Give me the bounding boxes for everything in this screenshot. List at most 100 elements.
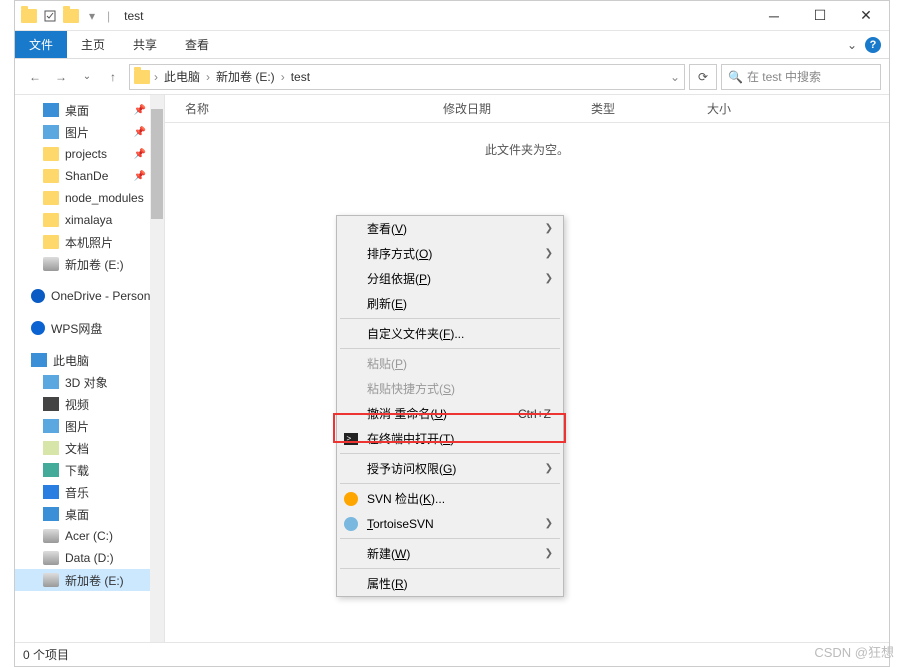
sidebar-item[interactable]: node_modules xyxy=(15,187,164,209)
statusbar: 0 个项目 xyxy=(15,642,889,666)
chevron-icon: › xyxy=(281,70,285,84)
minimize-button[interactable]: ─ xyxy=(751,1,797,31)
sidebar-item[interactable]: ximalaya xyxy=(15,209,164,231)
cm-refresh[interactable]: 刷新(E) xyxy=(337,291,563,316)
scrollbar-thumb[interactable] xyxy=(151,109,163,219)
sys-buttons: ─ ☐ ✕ xyxy=(751,1,889,31)
pin-icon: 📌 xyxy=(134,171,146,182)
sidebar-item[interactable]: ShanDe📌 xyxy=(15,165,164,187)
sidebar-thispc[interactable]: 此电脑 xyxy=(15,349,164,371)
cm-properties[interactable]: 属性(R) xyxy=(337,571,563,596)
folder-icon xyxy=(43,235,59,249)
pic-icon xyxy=(43,125,59,139)
cm-sort[interactable]: 排序方式(O)❯ xyxy=(337,241,563,266)
chevron-right-icon: ❯ xyxy=(545,248,553,259)
sidebar-item[interactable]: 下载 xyxy=(15,459,164,481)
address-icon xyxy=(134,70,150,84)
cm-customize[interactable]: 自定义文件夹(F)... xyxy=(337,321,563,346)
sidebar-item[interactable]: 桌面 xyxy=(15,503,164,525)
sidebar-wps[interactable]: WPS网盘 xyxy=(15,317,164,339)
separator xyxy=(340,538,560,539)
cm-view[interactable]: 查看(V)❯ xyxy=(337,216,563,241)
wps-icon xyxy=(31,321,45,335)
crumb[interactable]: 此电脑 xyxy=(162,68,202,85)
refresh-button[interactable]: ⟳ xyxy=(689,64,717,90)
col-name[interactable]: 名称 xyxy=(185,100,443,117)
forward-button[interactable]: → xyxy=(49,65,73,89)
help-icon[interactable]: ? xyxy=(865,37,881,53)
ribbon-expand-icon[interactable]: ⌄ xyxy=(847,38,857,52)
close-button[interactable]: ✕ xyxy=(843,1,889,31)
doc-icon xyxy=(43,441,59,455)
cm-terminal[interactable]: >_在终端中打开(T) xyxy=(337,426,563,451)
qat-dropdown[interactable]: ▾ xyxy=(83,7,101,25)
scrollbar[interactable] xyxy=(150,95,164,642)
sidebar-item[interactable]: projects📌 xyxy=(15,143,164,165)
drive-icon xyxy=(43,551,59,565)
search-icon: 🔍 xyxy=(728,70,743,84)
sidebar-item[interactable]: 文档 xyxy=(15,437,164,459)
qat-btn[interactable] xyxy=(41,7,59,25)
sidebar-item[interactable]: 新加卷 (E:) xyxy=(15,253,164,275)
sidebar-item[interactable]: Acer (C:) xyxy=(15,525,164,547)
chevron-right-icon: ❯ xyxy=(545,223,553,234)
drive-icon xyxy=(43,257,59,271)
sidebar-item[interactable]: 视频 xyxy=(15,393,164,415)
sidebar-onedrive[interactable]: OneDrive - Personal xyxy=(15,285,164,307)
sidebar-item[interactable]: 图片📌 xyxy=(15,121,164,143)
nav-row: ← → ⌄ ↑ › 此电脑 › 新加卷 (E:) › test ⌄ ⟳ 🔍 在 … xyxy=(15,59,889,95)
folder-icon xyxy=(63,9,79,23)
col-size[interactable]: 大小 xyxy=(707,100,787,117)
download-icon xyxy=(43,463,59,477)
tab-share[interactable]: 共享 xyxy=(119,31,171,58)
recent-dropdown[interactable]: ⌄ xyxy=(75,65,99,89)
drive-icon xyxy=(43,529,59,543)
separator xyxy=(340,318,560,319)
address-dropdown[interactable]: ⌄ xyxy=(670,70,680,84)
pic-icon xyxy=(43,375,59,389)
sidebar-item[interactable]: 图片 xyxy=(15,415,164,437)
qat: ▾ | xyxy=(15,7,118,25)
sidebar-item[interactable]: 本机照片 xyxy=(15,231,164,253)
cm-tortoise[interactable]: TortoiseSVN❯ xyxy=(337,511,563,536)
cloud-icon xyxy=(31,289,45,303)
cm-access[interactable]: 授予访问权限(G)❯ xyxy=(337,456,563,481)
tab-file[interactable]: 文件 xyxy=(15,31,67,58)
folder-icon xyxy=(43,147,59,161)
app-icon xyxy=(21,9,37,23)
tab-home[interactable]: 主页 xyxy=(67,31,119,58)
separator: | xyxy=(107,9,110,23)
nav-arrows: ← → ⌄ ↑ xyxy=(23,65,125,89)
folder-icon xyxy=(43,169,59,183)
search-input[interactable]: 🔍 在 test 中搜索 xyxy=(721,64,881,90)
sidebar: 桌面📌图片📌projects📌ShanDe📌node_modulesximala… xyxy=(15,95,165,642)
cm-paste-shortcut: 粘贴快捷方式(S) xyxy=(337,376,563,401)
desktop-icon xyxy=(43,103,59,117)
tab-view[interactable]: 查看 xyxy=(171,31,223,58)
cm-new[interactable]: 新建(W)❯ xyxy=(337,541,563,566)
col-type[interactable]: 类型 xyxy=(591,100,707,117)
terminal-icon: >_ xyxy=(343,431,359,447)
chevron-right-icon: ❯ xyxy=(545,518,553,529)
chevron-right-icon: ❯ xyxy=(545,273,553,284)
sidebar-item[interactable]: 3D 对象 xyxy=(15,371,164,393)
cm-undo[interactable]: 撤消 重命名(U)Ctrl+Z xyxy=(337,401,563,426)
col-date[interactable]: 修改日期 xyxy=(443,100,591,117)
crumb[interactable]: 新加卷 (E:) xyxy=(214,68,277,85)
sidebar-item[interactable]: 音乐 xyxy=(15,481,164,503)
sidebar-item[interactable]: 新加卷 (E:) xyxy=(15,569,164,591)
pin-icon: 📌 xyxy=(134,105,146,116)
cm-paste: 粘贴(P) xyxy=(337,351,563,376)
maximize-button[interactable]: ☐ xyxy=(797,1,843,31)
crumb[interactable]: test xyxy=(289,70,312,84)
ribbon: 文件 主页 共享 查看 ⌄ ? xyxy=(15,31,889,59)
video-icon xyxy=(43,397,59,411)
sidebar-item[interactable]: Data (D:) xyxy=(15,547,164,569)
address-bar[interactable]: › 此电脑 › 新加卷 (E:) › test ⌄ xyxy=(129,64,685,90)
sidebar-item[interactable]: 桌面📌 xyxy=(15,99,164,121)
separator xyxy=(340,568,560,569)
cm-group[interactable]: 分组依据(P)❯ xyxy=(337,266,563,291)
cm-svn-checkout[interactable]: SVN 检出(K)... xyxy=(337,486,563,511)
back-button[interactable]: ← xyxy=(23,65,47,89)
up-button[interactable]: ↑ xyxy=(101,65,125,89)
